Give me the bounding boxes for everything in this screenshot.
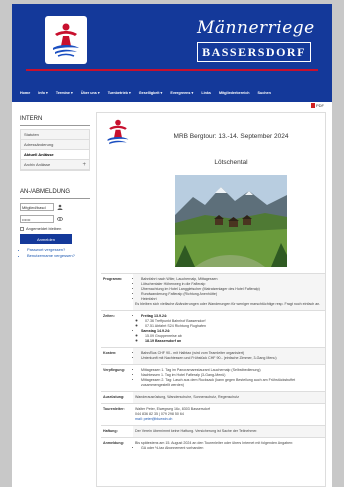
sidebar-menu: Statuten Adressänderung Aktuell Anlässe … <box>20 129 90 171</box>
main-nav: Home Info ▾ Termine ▾ Über uns ▾ Turnbet… <box>12 84 332 102</box>
gymnast-logo-icon <box>53 23 79 57</box>
row-label: Zeiten: <box>103 314 115 318</box>
sidebar-item-statuten[interactable]: Statuten <box>21 130 89 140</box>
sidebar-item-label: Archiv Anlässe <box>24 162 51 167</box>
toolbar: PDF <box>12 102 332 112</box>
row-label: Tourenleiter: <box>103 407 125 411</box>
page: Männerriege BASSERSDORF Home Info ▾ Term… <box>12 4 332 487</box>
table-row: Zeiten: Freitag 13.9.24: 07.36 Treffpunk… <box>101 310 325 347</box>
nav-links[interactable]: Links <box>201 91 211 95</box>
row-label: Anmeldung: <box>103 441 124 445</box>
list-item: GA oder ½-tax Abonnement vorhanden <box>141 446 323 451</box>
nav-termine[interactable]: Termine ▾ <box>56 91 73 95</box>
table-row: Ausrüstung: Wanderausrüstung, Wanderschu… <box>101 391 325 403</box>
table-row: Kosten: Bahn/Bus CHF 90.- mit Halbtax (w… <box>101 347 325 364</box>
remember-me[interactable]: Angemeldet bleiben <box>20 226 90 231</box>
remember-checkbox[interactable] <box>20 226 24 231</box>
table-row: Haftung: Der Verein übernimmt keine Haft… <box>101 425 325 437</box>
haftung-cell: Der Verein übernimmt keine Haftung. Vers… <box>133 426 325 437</box>
login-title: AN-/ABMELDUNG <box>20 189 71 195</box>
nav-suchen[interactable]: Suchen <box>258 91 271 95</box>
user-icon <box>56 203 64 211</box>
programm-cell: Bahnfahrt nach Wiler, Lauchernalp, Mitta… <box>133 274 325 310</box>
mountain-photo <box>175 175 287 267</box>
row-label: Ausrüstung: <box>103 395 125 399</box>
sidebar-item-adressaenderung[interactable]: Adressänderung <box>21 140 89 150</box>
nav-ueber-uns[interactable]: Über uns ▾ <box>81 91 100 95</box>
zeiten-cell: Freitag 13.9.24: 07.36 Treffpunkt Bahnho… <box>133 311 325 347</box>
event-subtitle: Lötschental <box>214 159 248 166</box>
list-item: 18.19 Bassersdorf an <box>145 339 323 344</box>
table-row: Programm: Bahnfahrt nach Wiler, Lauchern… <box>101 273 325 310</box>
sidebar-item-label: Statuten <box>24 132 39 137</box>
row-label: Haftung: <box>103 429 118 433</box>
list-item: Mittagessen 2. Tag: Lasch aus dem Rucksa… <box>141 378 323 388</box>
username-input[interactable] <box>20 203 54 211</box>
sidebar-divider <box>20 125 90 126</box>
kosten-cell: Bahn/Bus CHF 90.- mit Halbtax (wird vom … <box>133 348 325 364</box>
table-row: Verpflegung: Mittagessen 1. Tag im Panor… <box>101 364 325 391</box>
sidebar-item-archiv-anlaesse[interactable]: Archiv Anlässe + <box>21 160 89 170</box>
club-logo[interactable] <box>45 16 87 64</box>
table-row: Tourenleiter: Walter Peter, Eiwegweg 16c… <box>101 403 325 425</box>
header-divider <box>26 69 318 71</box>
event-content: MRB Bergtour: 13.-14. September 2024 Löt… <box>96 112 326 487</box>
login-divider <box>20 198 90 199</box>
login-button[interactable]: Anmelden <box>20 234 72 244</box>
site-header: Männerriege BASSERSDORF <box>12 4 332 84</box>
password-input[interactable] <box>20 215 54 223</box>
row-label: Kosten: <box>103 351 117 355</box>
sidebar: INTERN Statuten Adressänderung Aktuell A… <box>20 116 90 258</box>
expand-plus-icon[interactable]: + <box>82 162 86 168</box>
brand-script: Männerriege <box>197 18 315 38</box>
sidebar-item-label: Aktuell Anlässe <box>24 152 54 157</box>
password-row <box>20 215 90 223</box>
list-item: Unterkunft mit Nachtessen und Frühstück … <box>141 356 323 361</box>
nav-info[interactable]: Info ▾ <box>38 91 48 95</box>
sidebar-item-aktuell-anlaesse[interactable]: Aktuell Anlässe <box>21 150 89 160</box>
nav-geselligkeit[interactable]: Geselligkeit ▾ <box>139 91 163 95</box>
ausruestung-cell: Wanderausrüstung, Wanderschuhe, Sonnensc… <box>133 392 325 403</box>
login-help-links: Passwort vergessen? Benutzername vergess… <box>20 247 90 258</box>
eye-icon[interactable] <box>56 215 64 223</box>
username-row <box>20 203 90 211</box>
verpflegung-cell: Mittagessen 1. Tag im Panoramarestaurant… <box>133 365 325 391</box>
pdf-label: PDF <box>316 103 324 108</box>
pdf-icon <box>311 103 315 108</box>
event-header: MRB Bergtour: 13.-14. September 2024 Löt… <box>97 113 325 175</box>
nav-home[interactable]: Home <box>20 91 30 95</box>
brand-box: BASSERSDORF <box>197 42 311 62</box>
event-logo <box>103 117 133 149</box>
nav-mitgliederbereich[interactable]: Mitgliederbereich <box>219 91 250 95</box>
anmeldung-cell: Bis spätestens am 15. August 2024 an den… <box>133 438 325 454</box>
row-label: Verpflegung: <box>103 368 125 372</box>
event-details-table: Programm: Bahnfahrt nach Wiler, Lauchern… <box>101 273 325 454</box>
sidebar-item-label: Adressänderung <box>24 142 54 147</box>
gymnast-logo-icon <box>107 119 129 145</box>
programm-note: Es bleiben sich vielfache Abänderungen o… <box>135 302 321 306</box>
remember-label: Angemeldet bleiben <box>26 226 62 231</box>
tourenleiter-email-link[interactable]: mail: peter@bluewin.ch <box>135 417 323 422</box>
forgot-username-link[interactable]: Benutzername vergessen? <box>27 253 90 259</box>
row-label: Programm: <box>103 277 123 281</box>
pdf-button[interactable]: PDF <box>311 103 324 108</box>
sidebar-intern-title: INTERN <box>20 116 43 122</box>
nav-evergreens[interactable]: Evergreens ▾ <box>170 91 193 95</box>
tourenleiter-cell: Walter Peter, Eiwegweg 16c, 8303 Bassers… <box>133 404 325 425</box>
nav-turnbetrieb[interactable]: Turnbetrieb ▾ <box>108 91 131 95</box>
table-row: Anmeldung: Bis spätestens am 15. August … <box>101 437 325 454</box>
event-title: MRB Bergtour: 13.-14. September 2024 <box>173 133 289 140</box>
